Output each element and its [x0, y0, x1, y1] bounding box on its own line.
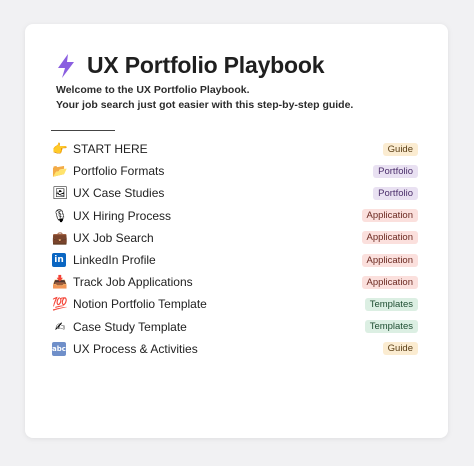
tag-badge: Portfolio: [373, 164, 418, 178]
item-label[interactable]: UX Process & Activities: [73, 342, 198, 356]
divider: [51, 130, 115, 131]
inbox-tray-icon: 📥: [52, 274, 68, 290]
list-item[interactable]: 🎙 UX Hiring Process Application: [52, 205, 418, 227]
tag-badge: Templates: [364, 297, 418, 311]
tag-badge: Application: [361, 275, 418, 289]
item-label[interactable]: Track Job Applications: [73, 275, 193, 289]
item-label[interactable]: UX Hiring Process: [73, 209, 171, 223]
intro-line-2: Your job search just got easier with thi…: [56, 99, 354, 111]
tag-badge: Guide: [382, 142, 418, 156]
pointing-hand-icon: 👉: [52, 141, 68, 157]
list-item[interactable]: in LinkedIn Profile Application: [52, 249, 418, 271]
hundred-points-icon: 💯: [52, 296, 68, 312]
abc-input-icon: abc: [52, 341, 66, 356]
item-label[interactable]: LinkedIn Profile: [73, 253, 156, 267]
writing-hand-icon: ✍: [54, 318, 66, 334]
list-item[interactable]: 📂 Portfolio Formats Portfolio: [52, 160, 418, 182]
list-item[interactable]: abc UX Process & Activities Guide: [52, 338, 418, 360]
briefcase-icon: 💼: [52, 229, 68, 245]
tag-badge: Portfolio: [373, 186, 418, 200]
intro-text: Welcome to the UX Portfolio Playbook. Yo…: [56, 83, 353, 113]
tag-badge: Application: [361, 253, 418, 267]
intro-line-1: Welcome to the UX Portfolio Playbook.: [56, 84, 250, 96]
tag-badge: Application: [361, 231, 418, 245]
item-label[interactable]: UX Job Search: [73, 231, 154, 245]
list-item[interactable]: 💼 UX Job Search Application: [52, 227, 418, 249]
microphone-icon: 🎙: [52, 207, 68, 223]
item-label[interactable]: Notion Portfolio Template: [73, 297, 207, 311]
list-item[interactable]: 🖼 UX Case Studies Portfolio: [52, 182, 418, 204]
item-label[interactable]: UX Case Studies: [73, 186, 164, 200]
list-item[interactable]: 💯 Notion Portfolio Template Templates: [52, 293, 418, 315]
item-label[interactable]: Portfolio Formats: [73, 164, 164, 178]
playbook-list: 👉 START HERE Guide 📂 Portfolio Formats P…: [52, 138, 418, 360]
lightning-bolt-icon: [55, 53, 77, 79]
list-item[interactable]: 👉 START HERE Guide: [52, 138, 418, 160]
tag-badge: Application: [361, 209, 418, 223]
item-label[interactable]: START HERE: [73, 142, 148, 156]
page-header: UX Portfolio Playbook: [55, 52, 325, 79]
tag-badge: Templates: [364, 320, 418, 334]
folder-icon: 📂: [52, 163, 68, 179]
playbook-card: UX Portfolio Playbook Welcome to the UX …: [25, 24, 448, 438]
linkedin-icon: in: [52, 253, 66, 268]
list-item[interactable]: 📥 Track Job Applications Application: [52, 271, 418, 293]
list-item[interactable]: ✍ Case Study Template Templates: [52, 316, 418, 338]
item-label[interactable]: Case Study Template: [73, 320, 187, 334]
framed-picture-icon: 🖼: [52, 185, 68, 201]
page-title: UX Portfolio Playbook: [87, 52, 325, 78]
tag-badge: Guide: [382, 342, 418, 356]
